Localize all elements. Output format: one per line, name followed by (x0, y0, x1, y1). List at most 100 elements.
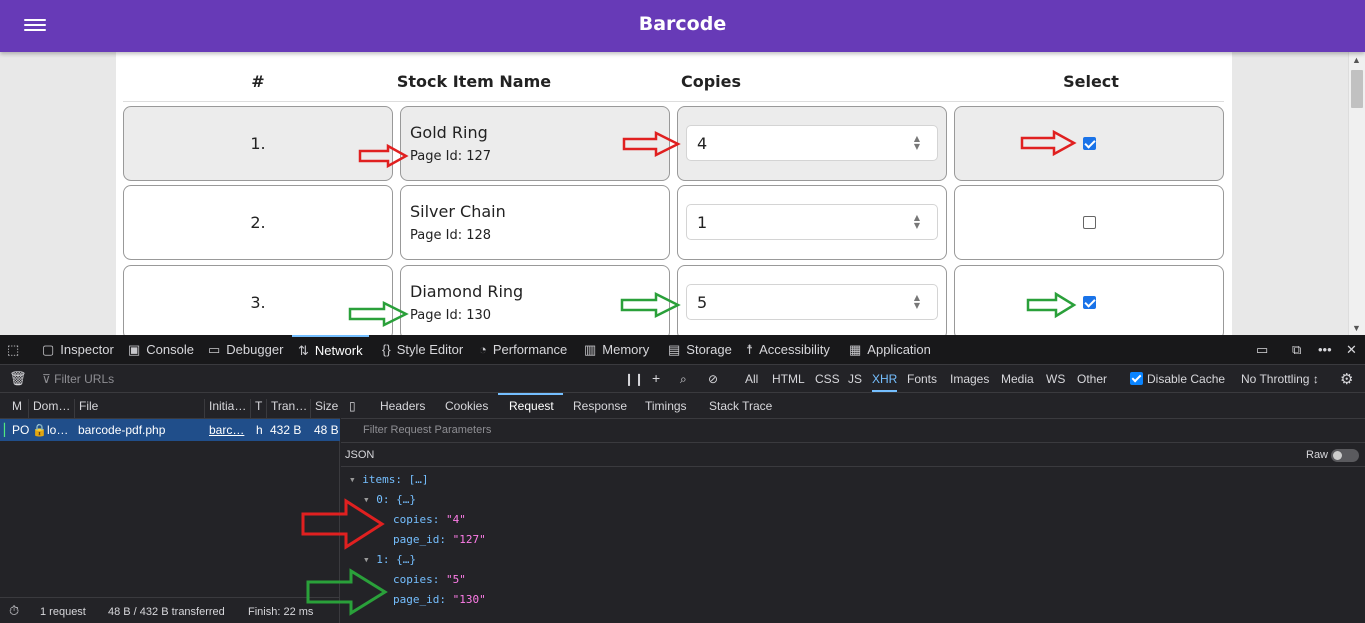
stock-item-page-id: Page Id: 130 (410, 308, 492, 323)
sidebar-toggle-icon[interactable]: ▯ (349, 399, 356, 413)
spinner-arrows-icon[interactable]: ▲ ▼ (911, 214, 923, 232)
throttling-select[interactable]: No Throttling ↕ (1241, 372, 1319, 386)
green-arrow-annotation (620, 291, 681, 319)
block-icon[interactable]: ⊘ (708, 372, 718, 386)
column-file[interactable]: File (74, 399, 98, 419)
filter-images[interactable]: Images (950, 372, 989, 386)
column-initiator[interactable]: Initia… (204, 399, 246, 419)
plus-icon[interactable]: + (652, 370, 660, 386)
column-header-select: Select (1063, 72, 1119, 91)
finish-time: Finish: 22 ms (248, 606, 314, 618)
request-method: PO (12, 423, 30, 437)
copies-input[interactable]: 5 ▲ ▼ (686, 284, 938, 320)
tab-console[interactable]: ▣ Console (128, 335, 194, 365)
header-divider (123, 101, 1224, 102)
red-arrow-annotation (1020, 129, 1077, 157)
row-number-cell: 2. (123, 185, 393, 260)
spinner-arrows-icon[interactable]: ▲ ▼ (911, 294, 923, 312)
pause-icon[interactable]: ❙❙ (624, 372, 644, 386)
tab-network[interactable]: ⇅ Network (292, 335, 369, 365)
json-item-1[interactable]: ▾ 1: {…} (363, 553, 416, 566)
request-list-header: M Dom… File Initia… T Tran… Size (0, 393, 340, 419)
copies-input[interactable]: 1 ▲ ▼ (686, 204, 938, 240)
stopwatch-icon[interactable]: ⏱ (9, 603, 19, 619)
scroll-down-icon[interactable]: ▼ (1352, 323, 1361, 333)
filter-css[interactable]: CSS (815, 372, 840, 386)
filter-html[interactable]: HTML (772, 372, 805, 386)
tab-style-editor[interactable]: {} Style Editor (382, 335, 463, 365)
app-bar: Barcode (0, 0, 1365, 52)
lock-icon: 🔒 (32, 423, 47, 437)
tab-storage[interactable]: ▤ Storage (668, 335, 732, 365)
red-arrow-annotation (301, 498, 385, 550)
tab-cookies[interactable]: Cookies (445, 399, 488, 413)
tab-timings[interactable]: Timings (645, 399, 687, 413)
more-options-icon[interactable]: ••• (1318, 335, 1332, 365)
copies-input[interactable]: 4 ▲ ▼ (686, 125, 938, 161)
disable-cache-label[interactable]: Disable Cache (1147, 372, 1225, 386)
filter-xhr[interactable]: XHR (872, 372, 898, 392)
select-checkbox[interactable] (1083, 216, 1096, 229)
filter-urls-input[interactable]: ⊽ Filter URLs (42, 372, 114, 386)
request-row[interactable]: ▏ PO 🔒 lo… barcode-pdf.php barc… h 432 B… (0, 419, 340, 441)
column-header-number: # (251, 72, 265, 91)
spinner-arrows-icon[interactable]: ▲ ▼ (911, 135, 923, 153)
settings-gear-icon[interactable]: ⚙ (1340, 370, 1353, 388)
filter-all[interactable]: All (745, 372, 758, 386)
request-initiator[interactable]: barc… (209, 423, 244, 437)
column-type[interactable]: T (250, 399, 262, 419)
select-cell (954, 106, 1224, 181)
red-arrow-annotation (622, 130, 681, 158)
trash-icon[interactable]: 🗑 (9, 370, 27, 387)
json-items-line[interactable]: ▾ items: […] (349, 473, 428, 486)
application-icon: ▦ (849, 342, 862, 357)
storage-icon: ▤ (668, 342, 681, 357)
stock-item-name: Silver Chain (410, 202, 506, 221)
tab-response[interactable]: Response (573, 399, 627, 413)
copies-cell: 1 ▲ ▼ (677, 185, 947, 260)
filter-request-params-input[interactable]: Filter Request Parameters (341, 419, 1365, 443)
copies-cell: 4 ▲ ▼ (677, 106, 947, 181)
dock-icon[interactable]: ⧉ (1292, 335, 1301, 365)
page-scrollbar[interactable]: ▲ ▼ (1348, 52, 1365, 335)
scroll-up-icon[interactable]: ▲ (1352, 55, 1361, 65)
search-icon[interactable]: ⌕ (680, 372, 687, 387)
select-checkbox[interactable] (1083, 137, 1096, 150)
tab-headers[interactable]: Headers (380, 399, 425, 413)
tab-memory[interactable]: ▥ Memory (584, 335, 649, 365)
red-arrow-annotation (358, 143, 409, 169)
tab-debugger[interactable]: ▭ Debugger (208, 335, 283, 365)
scroll-thumb[interactable] (1351, 70, 1363, 108)
raw-toggle[interactable] (1331, 449, 1359, 462)
tab-accessibility[interactable]: ☨ Accessibility (746, 335, 830, 365)
filter-media[interactable]: Media (1001, 372, 1034, 386)
memory-icon: ▥ (584, 342, 597, 357)
responsive-design-icon[interactable]: ▭ (1256, 335, 1268, 365)
twisty-icon: ▾ (349, 473, 363, 486)
tab-performance[interactable]: ◔ Performance (479, 335, 567, 365)
tab-application[interactable]: ▦ Application (849, 335, 931, 365)
green-arrow-annotation (348, 300, 409, 328)
close-icon[interactable]: ✕ (1346, 335, 1357, 365)
column-method[interactable]: M (8, 399, 22, 419)
app-title: Barcode (638, 13, 727, 35)
select-checkbox[interactable] (1083, 296, 1096, 309)
filter-other[interactable]: Other (1077, 372, 1107, 386)
filter-fonts[interactable]: Fonts (907, 372, 937, 386)
request-size: 48 B (314, 423, 339, 437)
debugger-icon: ▭ (208, 342, 221, 357)
column-domain[interactable]: Dom… (28, 399, 70, 419)
column-transferred[interactable]: Tran… (266, 399, 307, 419)
filter-ws[interactable]: WS (1046, 372, 1065, 386)
filter-js[interactable]: JS (848, 372, 862, 386)
disable-cache-checkbox[interactable] (1130, 372, 1143, 385)
json-item-1-page-id: page_id: "130" (393, 593, 486, 606)
tab-inspector[interactable]: ▢ Inspector (42, 335, 114, 365)
tab-request[interactable]: Request (509, 399, 554, 413)
row-number-cell: 1. (123, 106, 393, 181)
tab-stack-trace[interactable]: Stack Trace (709, 399, 772, 413)
column-size[interactable]: Size (310, 399, 338, 419)
copies-value: 4 (697, 133, 708, 153)
stock-item-page-id: Page Id: 128 (410, 228, 492, 243)
element-picker-icon[interactable]: ⬚ (7, 335, 19, 365)
